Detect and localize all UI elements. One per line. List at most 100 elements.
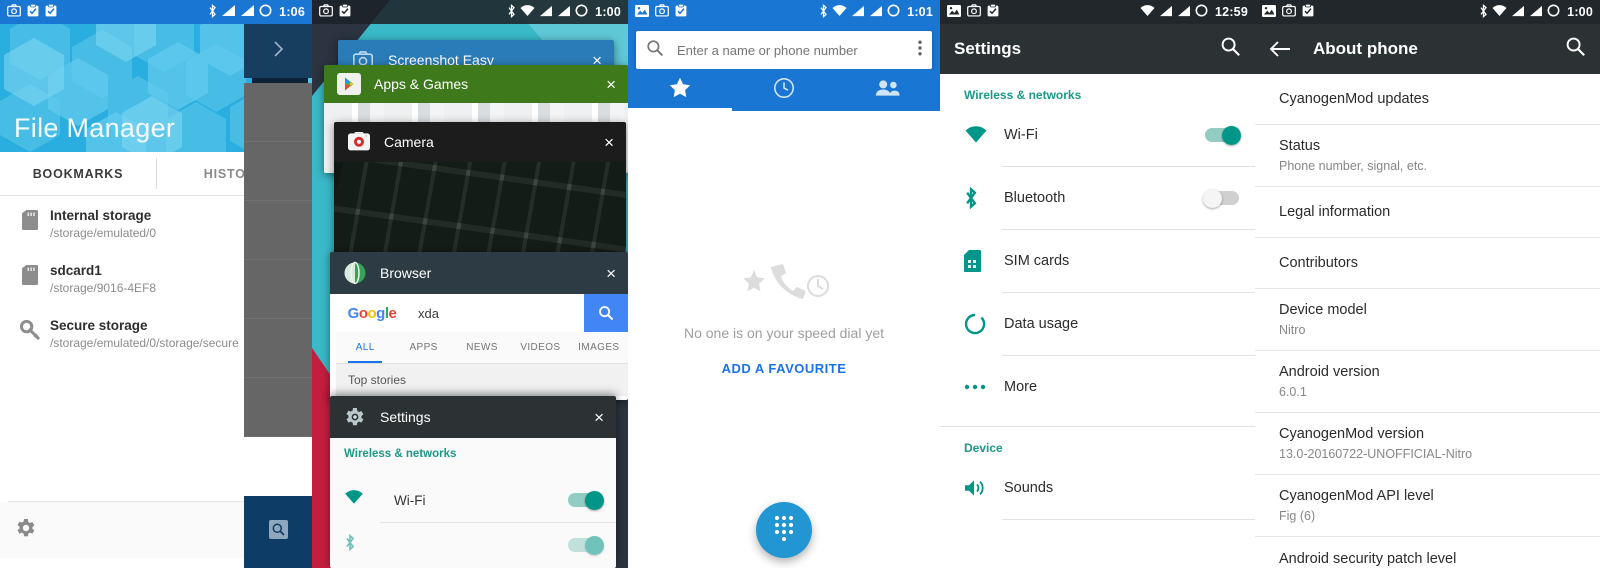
battery-icon bbox=[575, 4, 588, 20]
search-icon bbox=[268, 520, 288, 544]
contacts-icon bbox=[875, 79, 901, 102]
item-title: Secure storage bbox=[50, 318, 148, 333]
recent-card-header[interactable]: Settings × bbox=[330, 396, 616, 438]
close-icon[interactable]: × bbox=[604, 134, 614, 151]
list-item[interactable]: CyanogenMod updates bbox=[1255, 74, 1600, 124]
list-item[interactable]: Android version 6.0.1 bbox=[1255, 351, 1600, 412]
recent-card-header[interactable]: Camera × bbox=[334, 122, 626, 162]
peek-search-button[interactable] bbox=[244, 496, 312, 568]
overflow-menu-icon[interactable] bbox=[918, 40, 922, 61]
image-icon bbox=[635, 4, 649, 20]
item-path: /storage/9016-4EF8 bbox=[50, 281, 157, 295]
recent-card-title: Browser bbox=[380, 265, 432, 281]
settings-row-next[interactable] bbox=[330, 523, 616, 567]
close-icon[interactable]: × bbox=[606, 76, 616, 93]
list-item[interactable]: CyanogenMod version 13.0-20160722-UNOFFI… bbox=[1255, 413, 1600, 474]
row-label: Wi-Fi bbox=[1004, 127, 1038, 143]
wifi-icon bbox=[832, 4, 847, 20]
tab-bookmarks[interactable]: BOOKMARKS bbox=[0, 152, 156, 195]
recent-card[interactable]: Camera × bbox=[334, 122, 626, 260]
dialer-search-area: Enter a name or phone number bbox=[628, 24, 940, 69]
recent-card[interactable]: Browser × Google xda ALL APPS NEWS VIDEO… bbox=[330, 252, 628, 400]
tab-all[interactable]: ALL bbox=[336, 332, 394, 363]
status-time: 1:01 bbox=[907, 5, 933, 19]
status-time: 12:59 bbox=[1215, 5, 1248, 19]
settings-row-wifi[interactable]: Wi-Fi bbox=[330, 478, 616, 522]
status-bar: 1:06 bbox=[0, 0, 312, 24]
close-icon[interactable]: × bbox=[594, 409, 604, 426]
list-item[interactable]: Status Phone number, signal, etc. bbox=[1255, 125, 1600, 186]
section-header: Device bbox=[964, 441, 1003, 455]
section-header: Wireless & networks bbox=[344, 448, 457, 460]
panel-recent-apps: 1:00 Screenshot Easy × Apps & Games × Ca… bbox=[312, 0, 628, 568]
browser-icon bbox=[342, 260, 368, 286]
search-icon[interactable] bbox=[1220, 36, 1241, 62]
clipboard-icon bbox=[675, 3, 687, 20]
panel-settings: 12:59 Settings Wireless & networks Wi-Fi bbox=[940, 0, 1255, 568]
dialpad-fab[interactable] bbox=[756, 502, 812, 558]
close-icon[interactable]: × bbox=[606, 265, 616, 282]
settings-row-sim-cards[interactable]: SIM cards bbox=[940, 230, 1255, 292]
tab-apps[interactable]: APPS bbox=[394, 332, 452, 363]
item-title: CyanogenMod version bbox=[1279, 426, 1425, 442]
settings-row-data-usage[interactable]: Data usage bbox=[940, 293, 1255, 355]
tab-images[interactable]: IMAGES bbox=[570, 332, 628, 363]
section-header: Wireless & networks bbox=[964, 88, 1082, 102]
page-title: About phone bbox=[1313, 39, 1418, 58]
image-icon bbox=[1262, 4, 1276, 20]
item-title: Android security patch level bbox=[1279, 551, 1457, 567]
search-input[interactable]: Enter a name or phone number bbox=[636, 31, 932, 69]
settings-app-bar: Settings bbox=[940, 24, 1255, 74]
panel-about-phone: 1:00 About phone CyanogenMod updates Sta… bbox=[1255, 0, 1600, 568]
row-label: Wi-Fi bbox=[394, 492, 426, 508]
wifi-toggle[interactable] bbox=[568, 490, 604, 510]
bluetooth-icon bbox=[1479, 3, 1488, 21]
recent-card-title: Camera bbox=[384, 134, 434, 150]
item-value: Phone number, signal, etc. bbox=[1279, 159, 1428, 173]
list-item[interactable]: CyanogenMod API level Fig (6) bbox=[1255, 475, 1600, 536]
settings-row-wifi[interactable]: Wi-Fi bbox=[940, 104, 1255, 166]
screenshot-strip: 1:06 File Manager BOOKMARKS HISTORY Inte… bbox=[0, 0, 1600, 568]
item-value: 13.0-20160722-UNOFFICIAL-Nitro bbox=[1279, 447, 1473, 461]
item-title: Android version bbox=[1279, 364, 1380, 380]
bluetooth-toggle[interactable] bbox=[568, 535, 604, 555]
top-stories-label: Top stories bbox=[336, 364, 628, 396]
search-icon[interactable] bbox=[1565, 36, 1586, 62]
wifi-icon bbox=[520, 4, 535, 20]
tab-call-history[interactable] bbox=[732, 69, 836, 111]
add-favourite-button[interactable]: ADD A FAVOURITE bbox=[628, 361, 940, 376]
bluetooth-toggle[interactable] bbox=[1203, 188, 1239, 208]
settings-row-more[interactable]: More bbox=[940, 356, 1255, 418]
tab-news[interactable]: NEWS bbox=[453, 332, 511, 363]
recent-card-header[interactable]: Apps & Games × bbox=[324, 65, 628, 103]
settings-row-sounds[interactable]: Sounds bbox=[940, 457, 1255, 519]
item-title: Internal storage bbox=[50, 208, 152, 223]
battery-icon bbox=[259, 4, 272, 20]
tab-videos[interactable]: VIDEOS bbox=[511, 332, 569, 363]
dialer-tabs bbox=[628, 69, 940, 111]
bluetooth-icon bbox=[344, 533, 394, 556]
wifi-toggle[interactable] bbox=[1205, 125, 1241, 145]
recent-card-preview bbox=[334, 162, 626, 260]
camera-app-icon bbox=[346, 129, 372, 155]
peek-row bbox=[244, 201, 312, 260]
clipboard-icon bbox=[45, 3, 57, 20]
sim-card-icon bbox=[964, 250, 1002, 272]
image-icon bbox=[947, 4, 961, 20]
recent-card-header[interactable]: Browser × bbox=[330, 252, 628, 294]
list-item[interactable]: Device model Nitro bbox=[1255, 289, 1600, 350]
tab-contacts[interactable] bbox=[836, 69, 940, 111]
list-item[interactable]: Legal information bbox=[1255, 187, 1600, 237]
search-icon[interactable] bbox=[584, 294, 628, 332]
recent-card[interactable]: Settings × Wireless & networks Wi-Fi bbox=[330, 396, 616, 568]
list-item[interactable]: Android security patch level bbox=[1255, 537, 1600, 568]
settings-row-bluetooth[interactable]: Bluetooth bbox=[940, 167, 1255, 229]
status-bar: 1:01 bbox=[628, 0, 940, 24]
list-item[interactable]: Contributors bbox=[1255, 238, 1600, 288]
tab-speed-dial[interactable] bbox=[628, 69, 732, 111]
signal-icon bbox=[240, 4, 255, 20]
back-arrow-icon[interactable] bbox=[1269, 40, 1291, 58]
item-value: Fig (6) bbox=[1279, 509, 1316, 523]
browser-search-bar: Google xda bbox=[336, 294, 628, 332]
chevron-right-icon bbox=[273, 40, 284, 62]
